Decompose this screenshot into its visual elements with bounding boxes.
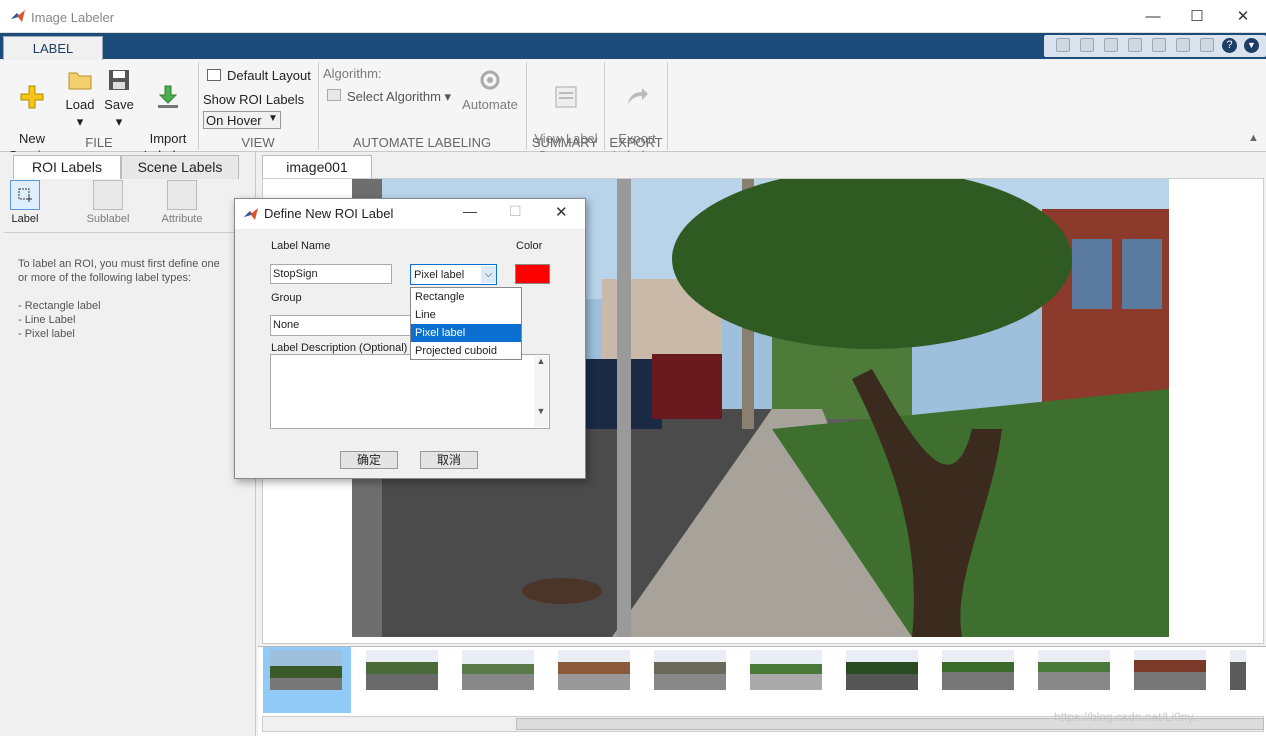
label-tool-icon [10, 180, 40, 210]
show-roi-labels-label: Show ROI Labels [203, 92, 305, 107]
automate-button[interactable]: Automate [460, 60, 520, 113]
maximize-button[interactable]: ☐ [1174, 0, 1220, 33]
label-name-input[interactable]: StopSign [270, 264, 392, 284]
section-view: VIEW [241, 135, 275, 150]
paste-icon[interactable] [1128, 38, 1142, 52]
thumbnail[interactable] [1038, 650, 1110, 690]
ok-button[interactable]: 确定 [340, 451, 398, 469]
window-layout-icon[interactable] [1200, 38, 1214, 52]
chevron-down-icon: ▾ [115, 114, 123, 129]
left-panel [0, 152, 256, 736]
minimize-button[interactable]: — [1130, 0, 1176, 33]
thumbnail[interactable] [366, 650, 438, 690]
option-pixel-label[interactable]: Pixel label [411, 324, 521, 342]
scroll-up-icon[interactable]: ▲ [534, 356, 548, 366]
thumbnail[interactable] [654, 650, 726, 690]
section-summary: SUMMARY [531, 135, 599, 150]
tab-label[interactable]: LABEL [3, 36, 103, 60]
close-window-button[interactable]: ✕ [1220, 0, 1266, 33]
thumbnail[interactable] [270, 650, 342, 690]
undo-icon[interactable] [1152, 38, 1166, 52]
window-title: Image Labeler [31, 10, 115, 25]
thumbnail[interactable] [846, 650, 918, 690]
label-tool-button[interactable]: Label [7, 180, 43, 225]
watermark: https://blog.csdn.net/Li0ny... [1054, 710, 1203, 724]
group-dropdown[interactable]: None [270, 315, 415, 336]
label-type-dropdown[interactable]: Pixel label ⌵ [410, 264, 497, 285]
matlab-logo-icon [243, 206, 259, 222]
thumbnail[interactable] [1230, 650, 1246, 690]
dialog-close-button[interactable]: ✕ [555, 203, 568, 221]
option-line[interactable]: Line [411, 306, 521, 324]
sublabel-tool-icon [93, 180, 123, 210]
redo-icon[interactable] [1176, 38, 1190, 52]
section-export: EXPORT [609, 135, 663, 150]
copy-icon[interactable] [1104, 38, 1118, 52]
attribute-tool-icon [167, 180, 197, 210]
algorithm-label: Algorithm: [323, 66, 382, 81]
help-icon[interactable]: ? [1222, 38, 1237, 53]
quick-access-toolbar: ? ▼ [1044, 35, 1266, 57]
thumbnail[interactable] [558, 650, 630, 690]
tab-image001[interactable]: image001 [262, 155, 372, 179]
description-label: Label Description (Optional) [271, 342, 408, 354]
chevron-down-icon: ▾ [76, 114, 84, 129]
algorithm-icon [327, 89, 341, 101]
label-name-label: Label Name [271, 240, 331, 252]
default-layout-button[interactable]: Default Layout [227, 68, 311, 83]
thumbnail[interactable] [1134, 650, 1206, 690]
description-scrollbar[interactable]: ▲ ▼ [534, 356, 548, 427]
description-textarea[interactable] [270, 354, 550, 429]
dialog-minimize-button[interactable]: — [463, 203, 477, 219]
chevron-down-icon: ⌵ [481, 266, 496, 283]
color-label: Color [516, 240, 543, 252]
thumbnail[interactable] [750, 650, 822, 690]
tab-roi-labels[interactable]: ROI Labels [13, 155, 121, 179]
thumbnail[interactable] [462, 650, 534, 690]
group-label: Group [271, 292, 302, 304]
matlab-logo-icon [10, 8, 26, 24]
layout-grid-icon [207, 69, 221, 81]
section-automate-labeling: AUTOMATE LABELING [352, 135, 492, 150]
roi-help-text: To label an ROI, you must first define o… [18, 258, 220, 340]
dialog-title: Define New ROI Label [264, 206, 394, 221]
divider [667, 62, 668, 150]
select-algorithm-dropdown[interactable]: Select Algorithm ▾ [347, 89, 451, 105]
save-button[interactable]: Save ▾ [100, 60, 138, 130]
cut-icon[interactable] [1080, 38, 1094, 52]
save-icon[interactable] [1056, 38, 1070, 52]
scroll-down-icon[interactable]: ▼ [534, 406, 548, 416]
summary-chart-icon [553, 84, 579, 110]
section-file: FILE [85, 135, 113, 150]
cancel-button[interactable]: 取消 [420, 451, 478, 469]
collapse-toolstrip-icon[interactable]: ▲ [1248, 132, 1259, 144]
tab-scene-labels[interactable]: Scene Labels [121, 155, 239, 179]
export-arrow-icon [624, 84, 650, 110]
chevron-down-icon[interactable]: ▼ [1244, 38, 1259, 53]
chevron-down-icon: ▼ [268, 113, 278, 124]
automate-gear-icon [477, 67, 503, 93]
roi-labels-dropdown[interactable]: On Hover ▼ [203, 111, 281, 129]
title-bar [0, 0, 1266, 33]
thumbnail[interactable] [942, 650, 1014, 690]
sublabel-tool-button[interactable]: Sublabel [80, 180, 136, 225]
color-swatch-button[interactable] [515, 264, 550, 284]
option-projected-cuboid[interactable]: Projected cuboid [411, 342, 521, 360]
label-type-options: Rectangle Line Pixel label Projected cub… [410, 287, 522, 360]
option-rectangle[interactable]: Rectangle [411, 288, 521, 306]
plus-icon [19, 84, 45, 110]
dialog-maximize-button[interactable]: ☐ [509, 203, 522, 220]
import-arrow-icon [155, 84, 181, 110]
folder-icon [67, 67, 93, 93]
attribute-tool-button[interactable]: Attribute [156, 180, 208, 225]
load-button[interactable]: Load ▾ [60, 60, 100, 130]
floppy-icon [106, 67, 132, 93]
